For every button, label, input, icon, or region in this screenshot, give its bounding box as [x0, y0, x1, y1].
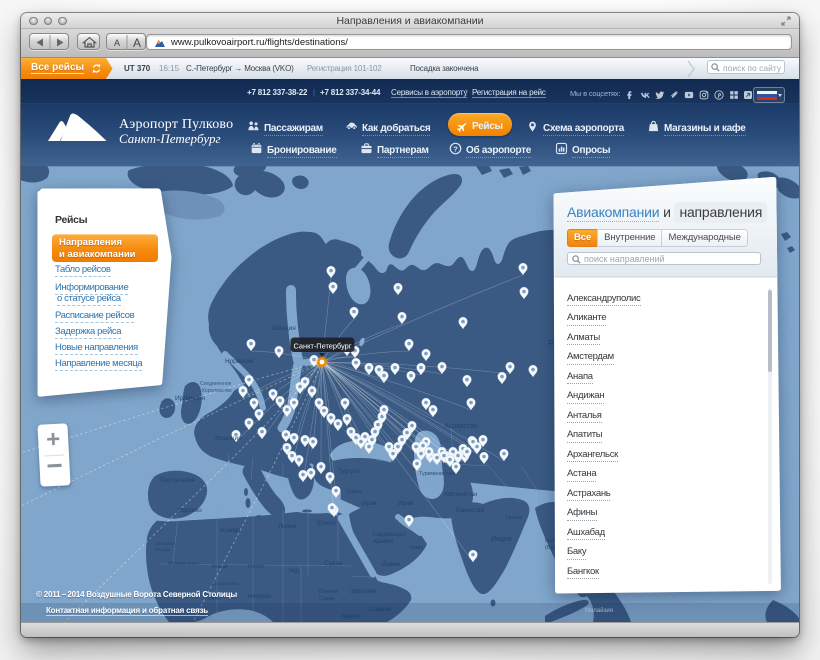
svg-text:Буркина-Фасо: Буркина-Фасо [212, 581, 242, 586]
svg-text:Алжир: Алжир [220, 527, 240, 534]
svg-text:A: A [133, 36, 141, 50]
svg-text:Сахара: Сахара [155, 547, 171, 552]
svg-text:Туркменистан: Туркменистан [419, 471, 454, 477]
svg-text:Южный: Южный [319, 588, 338, 595]
svg-text:Мавритания: Мавритания [168, 561, 199, 567]
svg-text:Норвегия: Норвегия [225, 358, 254, 365]
svg-text:Чад: Чад [288, 568, 299, 574]
svg-text:Эфиопия: Эфиопия [350, 589, 376, 595]
svg-text:Нигерия: Нигерия [248, 594, 271, 600]
svg-text:Мали: Мали [212, 564, 227, 570]
svg-text:Сирия: Сирия [346, 489, 362, 495]
svg-text:Ирак: Ирак [362, 500, 377, 507]
svg-text:Королевство: Королевство [202, 388, 232, 394]
svg-text:Ливия: Ливия [278, 523, 297, 530]
svg-text:Аравия: Аравия [373, 539, 393, 545]
svg-text:Афганистан: Афганистан [444, 492, 477, 498]
svg-text:Пакистан: Пакистан [456, 507, 485, 514]
svg-text:Египет: Египет [317, 520, 337, 527]
svg-text:Санкт-Петербург: Санкт-Петербург [294, 342, 352, 351]
svg-text:Йемен: Йемен [382, 560, 400, 568]
svg-text:Иран: Иран [398, 500, 414, 507]
svg-text:Оман: Оман [409, 545, 423, 551]
svg-text:Западная: Западная [155, 541, 176, 546]
svg-text:Марокко: Марокко [178, 508, 202, 514]
svg-text:Судан: Судан [319, 596, 335, 602]
svg-text:Судан: Судан [324, 560, 343, 567]
svg-text:Соединенное: Соединенное [200, 381, 232, 387]
svg-text:Нигер: Нигер [248, 564, 265, 570]
svg-text:Индия: Индия [491, 536, 512, 543]
svg-text:?: ? [453, 144, 458, 153]
svg-text:Португалия: Португалия [160, 477, 195, 484]
svg-text:A: A [114, 38, 120, 48]
svg-text:Казахстан: Казахстан [445, 423, 478, 430]
svg-text:Турция: Турция [338, 468, 360, 475]
svg-text:Швеция: Швеция [272, 325, 296, 332]
svg-text:Саудовская: Саудовская [373, 532, 406, 538]
svg-text:Франция: Франция [215, 435, 242, 442]
svg-text:Непал: Непал [506, 515, 522, 521]
